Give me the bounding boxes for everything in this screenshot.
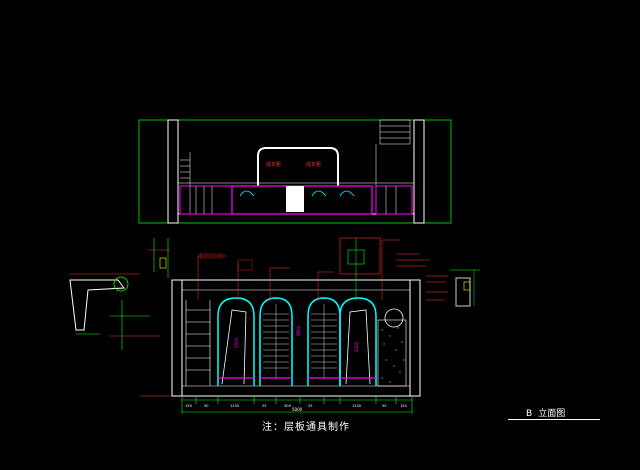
width-dim-7: 1250 [352,404,362,408]
elevation-left-shelving [185,300,211,386]
plan-left-wall [167,119,179,224]
plan-right-shelving [375,119,413,215]
width-dim-3: 1250 [230,404,240,408]
plan-view: 成衣柜 成衣柜 [138,119,452,224]
plan-right-wall [413,119,425,224]
cad-drawing-canvas: 成衣柜 成衣柜 2800 2500 2450 150 50 1250 25 30… [69,119,480,414]
width-dim-1: 150 [185,404,193,408]
elevation-outer-frame [171,279,421,397]
view-title: B 立面图 [526,406,565,419]
elevation-right-wall [409,279,421,397]
plan-center-white-panel [286,186,304,212]
main-elevation: 2800 2500 2450 [171,279,421,397]
width-dim-4: 25 [262,404,267,408]
dimension-chain: 150 50 1250 25 300 25 1250 50 150 5000 [140,395,413,414]
right-section-detail [450,269,480,307]
left-section-detail [69,238,170,350]
height-dim-1: 2800 [296,325,301,336]
width-dim-9: 150 [400,404,408,408]
plan-tag-left: 成衣柜 [266,161,281,168]
plan-center-cabinet: 成衣柜 成衣柜 [231,147,373,215]
elevation-arch-2 [259,297,293,386]
height-dim-2: 2500 [234,337,239,348]
view-title-underline [508,419,600,420]
width-dim-5: 300 [284,404,292,408]
view-title-text: 立面图 [538,409,566,419]
annotation-leaders [197,237,480,307]
elevation-callout-circle [384,308,404,328]
view-title-letter: B [526,409,533,419]
height-dim-3: 2450 [354,341,359,352]
drawing-note: 注：层板通具制作 [262,422,350,433]
width-dim-total: 5000 [292,407,303,412]
width-dim-2: 50 [204,404,209,408]
elevation-right-panel [377,308,407,387]
width-dim-6: 25 [308,404,313,408]
plan-tag-right: 成衣柜 [306,161,321,168]
elevation-left-wall [171,279,183,397]
width-dim-8: 50 [382,404,387,408]
elevation-arch-3 [307,297,341,386]
